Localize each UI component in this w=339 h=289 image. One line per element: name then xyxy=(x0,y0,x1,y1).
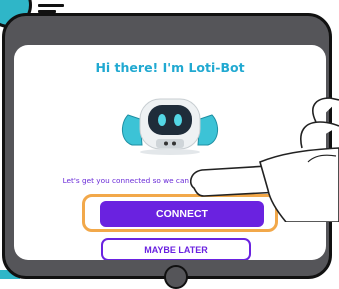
home-button-icon[interactable] xyxy=(164,265,188,289)
maybe-later-button[interactable]: MAYBE LATER xyxy=(101,238,251,260)
pointing-hand-icon xyxy=(190,97,339,222)
dialog-title: Hi there! I'm Loti-Bot xyxy=(95,60,245,75)
